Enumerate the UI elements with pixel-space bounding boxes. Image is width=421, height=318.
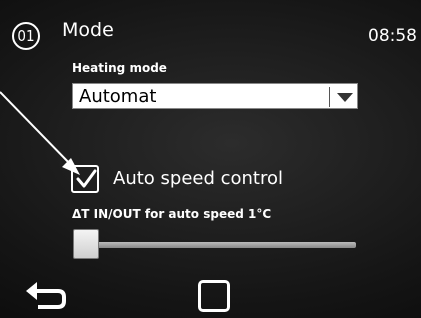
square-icon[interactable] <box>198 280 230 312</box>
delta-t-slider-track[interactable] <box>76 242 356 248</box>
dropdown-divider <box>329 87 330 107</box>
mode-screen: 01 Mode 08:58 Heating mode Automat Auto … <box>0 0 421 318</box>
screen-number: 01 <box>17 27 35 45</box>
clock: 08:58 <box>368 26 417 46</box>
back-arrow-icon[interactable] <box>24 280 72 312</box>
page-title: Mode <box>62 19 114 41</box>
auto-speed-label: Auto speed control <box>113 168 284 189</box>
heating-mode-value: Automat <box>79 86 157 107</box>
auto-speed-checkbox[interactable] <box>71 165 99 193</box>
arrow-pointer-icon <box>0 91 80 175</box>
delta-t-label: ΔT IN/OUT for auto speed 1°C <box>72 207 272 221</box>
screen-number-badge: 01 <box>12 22 40 50</box>
heating-mode-label: Heating mode <box>72 61 167 75</box>
chevron-down-icon[interactable] <box>337 93 353 102</box>
delta-t-slider-thumb[interactable] <box>73 229 99 259</box>
check-icon <box>76 169 97 188</box>
heating-mode-dropdown[interactable]: Automat <box>72 83 358 109</box>
